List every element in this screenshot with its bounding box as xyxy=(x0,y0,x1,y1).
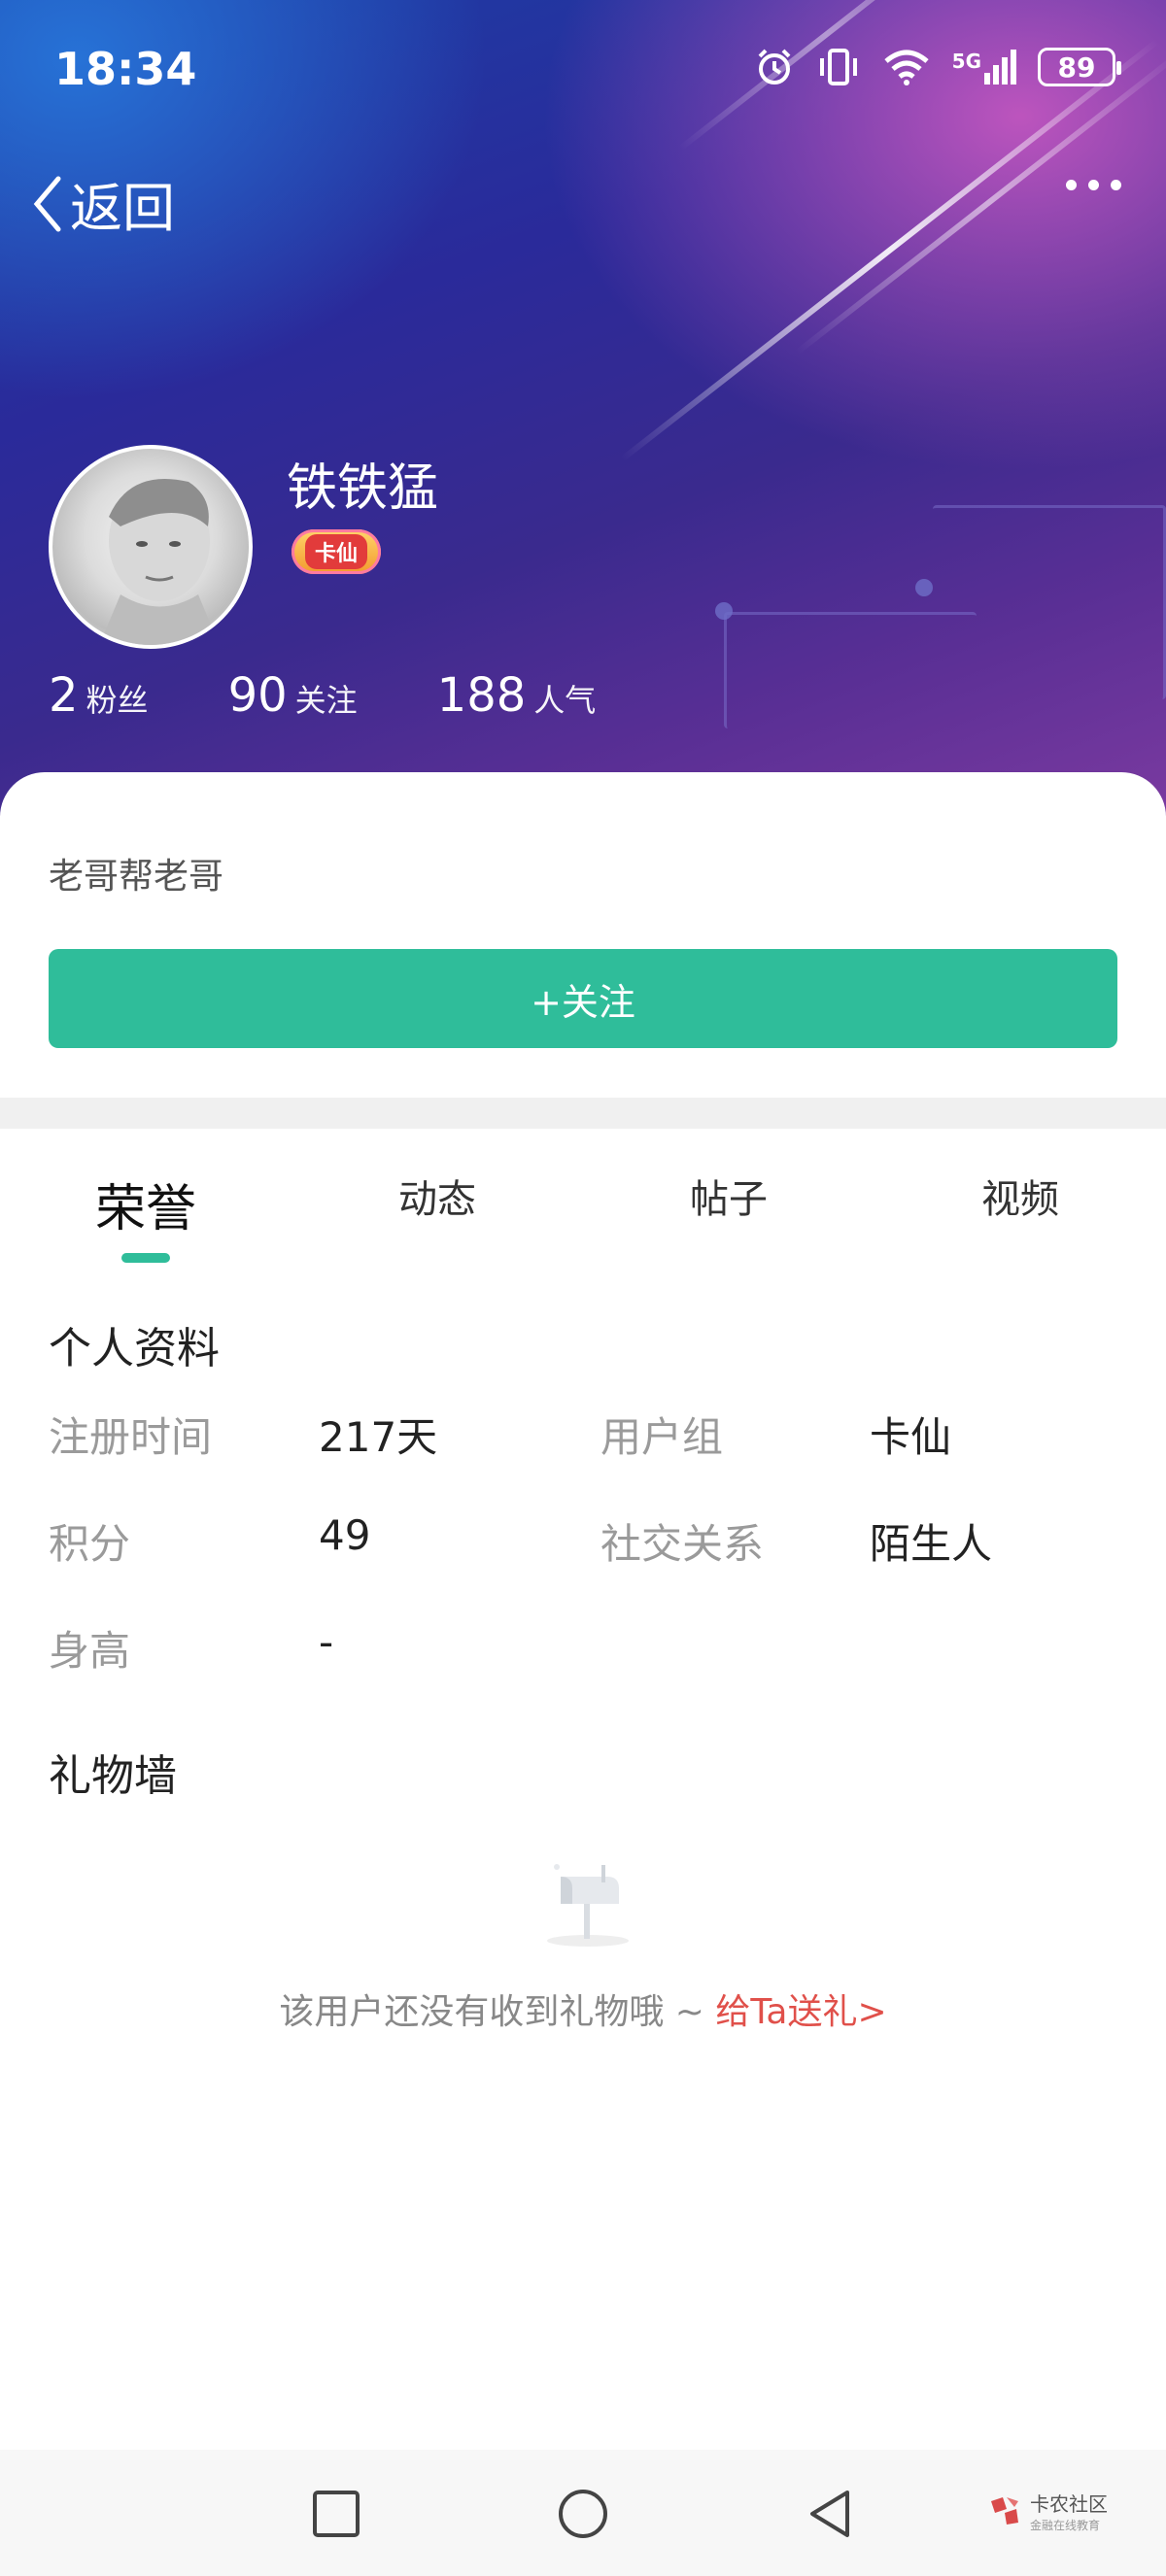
username: 铁铁猛 xyxy=(287,459,439,518)
tab-label: 帖子 xyxy=(690,1177,768,1222)
tab-honor[interactable]: 荣誉 xyxy=(0,1129,292,1274)
avatar[interactable] xyxy=(49,445,253,649)
tab-label: 视频 xyxy=(981,1177,1059,1222)
profile-header-banner: 18:34 5G 89 返回 铁铁猛 卡仙 2 粉丝 90 关注 188 人气 xyxy=(0,0,1166,816)
decor-dot xyxy=(715,602,733,620)
decor-circuit xyxy=(933,505,1166,699)
watermark-name: 卡农社区 xyxy=(1030,2492,1108,2516)
followers-count: 2 xyxy=(49,668,79,723)
watermark-tagline: 金融在线教育 xyxy=(1030,2519,1101,2532)
profile-tabs: 荣誉 动态 帖子 视频 xyxy=(0,1129,1166,1274)
status-time: 18:34 xyxy=(54,43,197,95)
section-divider xyxy=(0,1098,1166,1129)
empty-mailbox-icon xyxy=(547,1864,629,1947)
back-nav-button[interactable] xyxy=(803,2487,857,2541)
info-value-height: - xyxy=(319,1618,334,1666)
gift-wall-title: 礼物墙 xyxy=(49,1751,177,1801)
info-value-points: 49 xyxy=(319,1511,371,1559)
tab-activity[interactable]: 动态 xyxy=(292,1129,583,1274)
badge-label: 卡仙 xyxy=(304,534,367,569)
kanong-logo-icon xyxy=(991,2497,1018,2525)
follow-button[interactable]: +关注 xyxy=(49,949,1117,1048)
back-label: 返回 xyxy=(70,178,175,239)
info-label-user-group: 用户组 xyxy=(600,1413,724,1461)
cellular-signal-icon: 5G xyxy=(952,50,1016,85)
more-options-button[interactable] xyxy=(1066,180,1121,190)
following-label: 关注 xyxy=(294,682,358,719)
more-dot xyxy=(1066,180,1077,190)
tab-label: 荣誉 xyxy=(94,1180,196,1238)
following-count: 90 xyxy=(227,668,288,723)
user-group-badge[interactable]: 卡仙 xyxy=(292,529,381,574)
profile-stats: 2 粉丝 90 关注 188 人气 xyxy=(49,668,675,723)
info-label-points: 积分 xyxy=(49,1520,131,1568)
popularity-label: 人气 xyxy=(533,682,597,719)
chevron-left-icon xyxy=(33,176,61,231)
system-nav-bar: 卡农社区 金融在线教育 xyxy=(0,2450,1166,2576)
more-dot xyxy=(1111,180,1121,190)
info-label-social-relation: 社交关系 xyxy=(600,1520,765,1568)
followers-label: 粉丝 xyxy=(86,682,149,719)
info-value-social-relation: 陌生人 xyxy=(870,1520,993,1568)
recent-apps-button[interactable] xyxy=(309,2487,363,2541)
popularity-count: 188 xyxy=(436,668,527,723)
personal-info-title: 个人资料 xyxy=(49,1324,220,1373)
info-value-user-group: 卡仙 xyxy=(870,1413,952,1461)
watermark-logo: 卡农社区 金融在线教育 xyxy=(987,2489,1108,2533)
more-dot xyxy=(1088,180,1099,190)
tab-posts[interactable]: 帖子 xyxy=(583,1129,874,1274)
following-stat[interactable]: 90 关注 xyxy=(228,668,358,723)
alarm-icon xyxy=(758,49,791,85)
profile-card: 老哥帮老哥 +关注 xyxy=(0,772,1166,1098)
battery-level: 89 xyxy=(1057,51,1096,84)
status-icons: 5G 89 xyxy=(754,47,1121,87)
active-tab-indicator xyxy=(121,1253,170,1263)
bio-text: 老哥帮老哥 xyxy=(49,857,224,897)
avatar-portrait xyxy=(99,478,220,645)
tab-videos[interactable]: 视频 xyxy=(874,1129,1166,1274)
wifi-icon xyxy=(884,50,929,85)
home-button[interactable] xyxy=(556,2487,610,2541)
info-label-height: 身高 xyxy=(49,1627,131,1675)
gift-empty-message: 该用户还没有收到礼物哦 ~ 给Ta送礼> xyxy=(0,1983,1166,2034)
network-type: 5G xyxy=(951,50,981,73)
status-bar: 18:34 5G 89 xyxy=(0,0,1166,146)
info-value-register-time: 217天 xyxy=(319,1413,438,1461)
vibrate-icon xyxy=(819,49,857,85)
send-gift-link[interactable]: 给Ta送礼> xyxy=(715,1992,886,2032)
followers-stat[interactable]: 2 粉丝 xyxy=(49,668,149,723)
back-button[interactable]: 返回 xyxy=(31,165,175,242)
info-label-register-time: 注册时间 xyxy=(49,1413,213,1461)
tab-label: 动态 xyxy=(398,1177,476,1222)
gift-empty-text: 该用户还没有收到礼物哦 ~ xyxy=(279,1992,716,2032)
decor-dot xyxy=(915,579,933,596)
popularity-stat[interactable]: 188 人气 xyxy=(437,668,597,723)
battery-indicator: 89 xyxy=(1038,48,1121,86)
